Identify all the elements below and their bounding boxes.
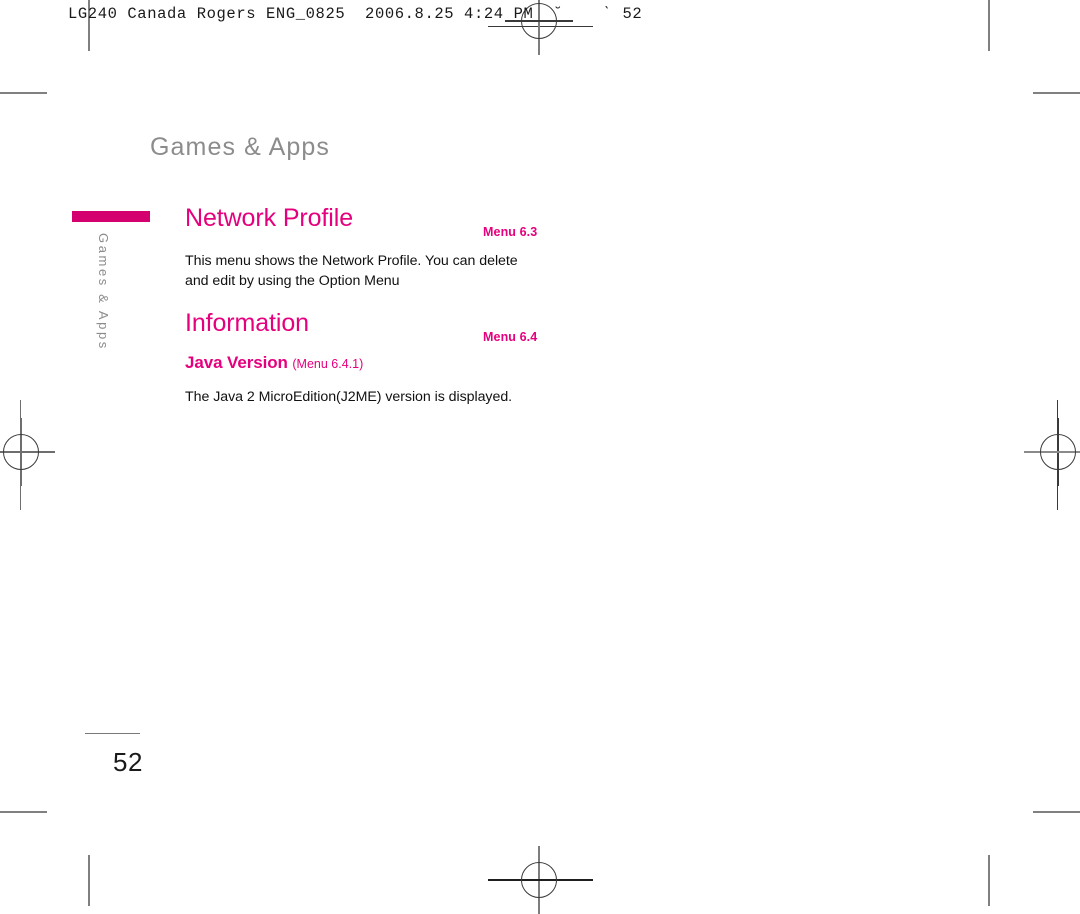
crop-mark-bottom-right-vertical — [988, 855, 990, 906]
page-title: Games & Apps — [150, 133, 330, 161]
section-thumb-tab: Games & Apps — [72, 211, 150, 351]
section-network-profile-body: This menu shows the Network Profile. You… — [185, 253, 518, 290]
registration-mark-circle — [3, 434, 39, 470]
section-network-profile-title: Network Profile — [185, 204, 353, 232]
thumb-tab-bar — [72, 211, 150, 222]
section-information-title: Information — [185, 309, 309, 337]
footer-divider — [85, 733, 140, 735]
thumb-tab-label: Games & Apps — [96, 233, 111, 351]
crop-mark-top-left-horizontal — [0, 92, 47, 94]
subsection-java-version: Java Version (Menu 6.4.1) — [185, 353, 363, 373]
registration-mark-circle — [521, 862, 557, 898]
subsection-java-version-title: Java Version — [185, 353, 293, 372]
registration-mark-circle — [1040, 434, 1076, 470]
subsection-java-version-menu-ref: (Menu 6.4.1) — [292, 357, 364, 371]
section-network-profile-menu-ref: Menu 6.3 — [483, 225, 538, 239]
subsection-java-version-body: The Java 2 MicroEdition(J2ME) version is… — [185, 389, 513, 405]
prepress-header-text: LG240 Canada Rogers ENG_0825 2006.8.25 4… — [68, 5, 643, 23]
crop-mark-top-right-vertical — [988, 0, 990, 51]
crop-mark-bottom-left-horizontal — [0, 811, 47, 813]
crop-mark-top-right-horizontal — [1033, 92, 1080, 94]
page-number: 52 — [113, 747, 143, 777]
crop-mark-bottom-right-horizontal — [1033, 811, 1080, 813]
crop-mark-bottom-left-vertical — [88, 855, 90, 906]
section-information-menu-ref: Menu 6.4 — [483, 330, 538, 344]
